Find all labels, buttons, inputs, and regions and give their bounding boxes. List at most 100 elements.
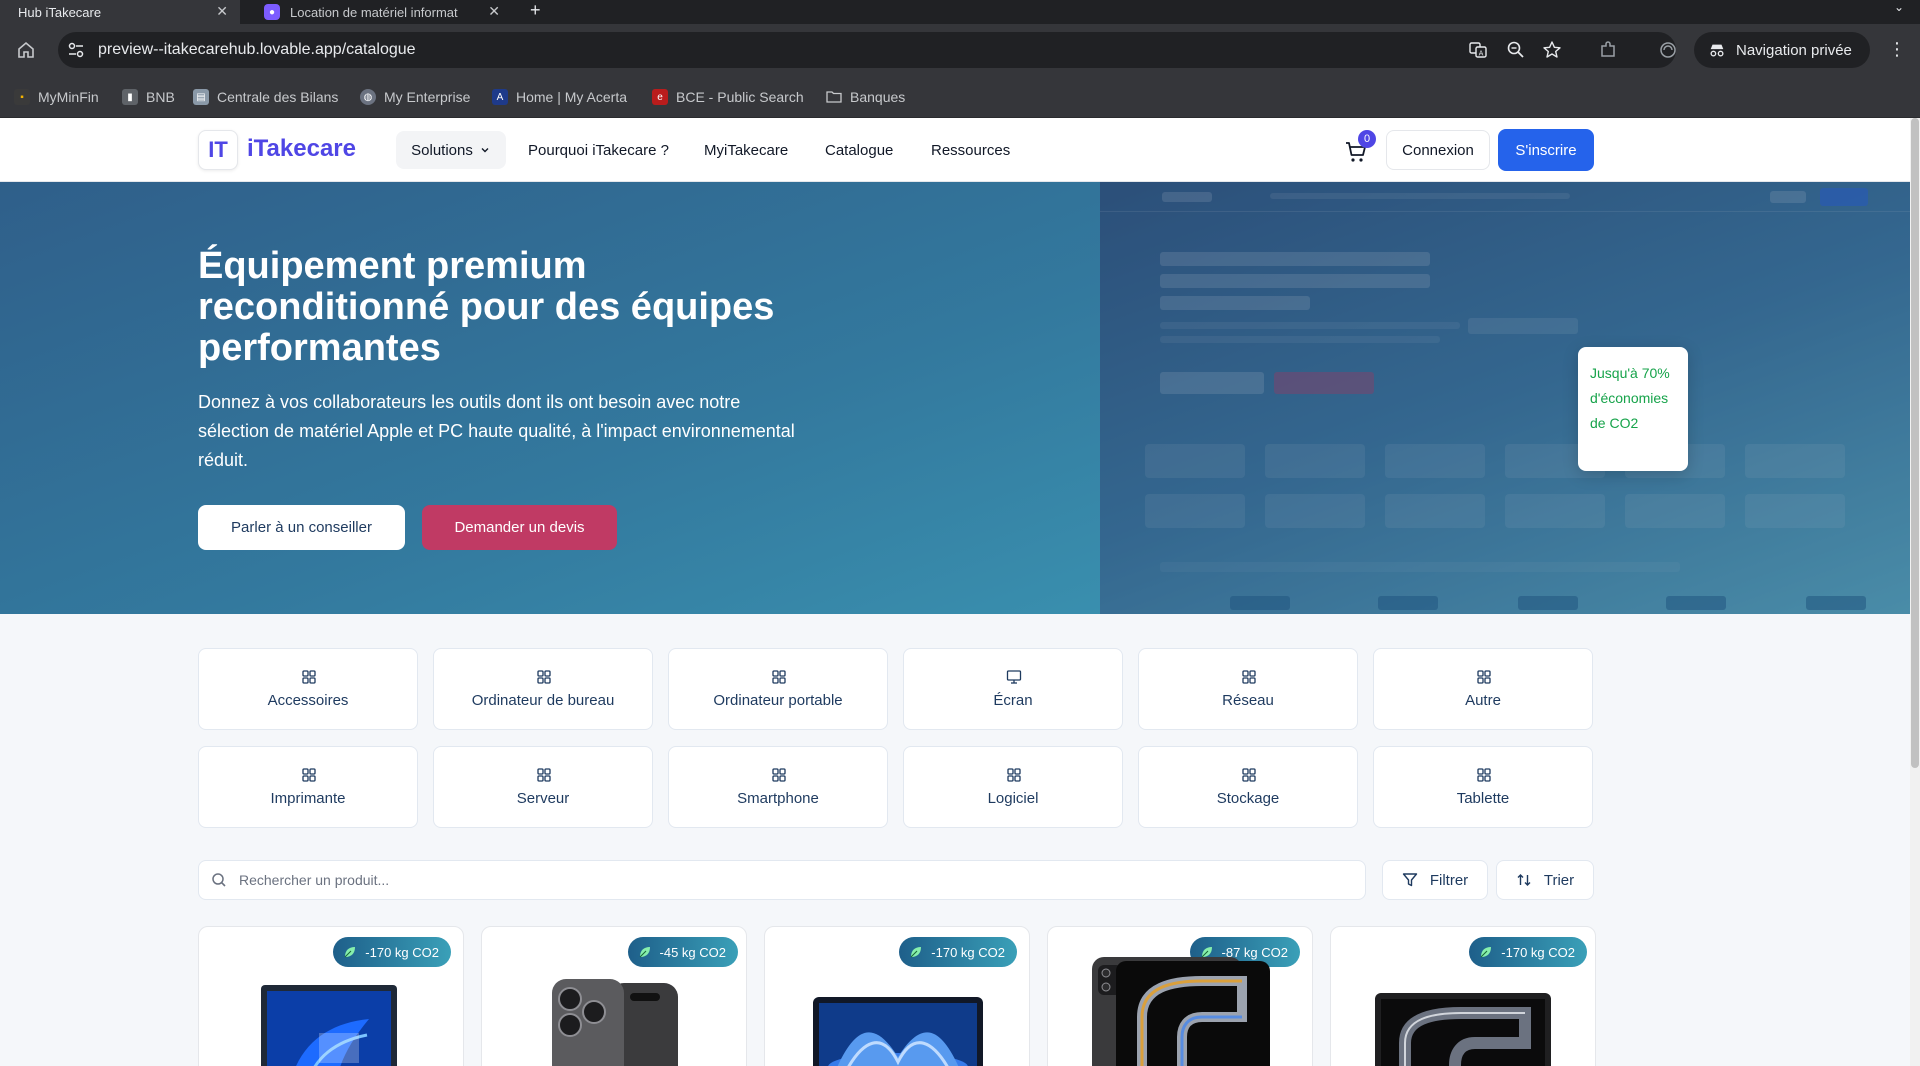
extensions-icon[interactable] (1598, 40, 1618, 60)
signup-button[interactable]: S'inscrire (1498, 129, 1594, 171)
bookmark-bce[interactable]: e BCE - Public Search (652, 89, 804, 105)
address-bar[interactable]: preview--itakecarehub.lovable.app/catalo… (58, 32, 1676, 68)
sort-icon (1517, 874, 1531, 886)
co2-badge: -170 kg CO2 (1469, 937, 1587, 967)
logo-mark[interactable]: IT (198, 130, 238, 170)
grid-icon (1477, 670, 1491, 684)
grid-icon (772, 768, 786, 782)
hero-preview-image (1100, 182, 1910, 614)
cart-count-badge: 0 (1358, 130, 1376, 148)
category-card[interactable]: Stockage (1138, 746, 1358, 828)
category-label: Logiciel (987, 790, 1039, 807)
category-label: Réseau (1222, 692, 1274, 709)
bookmark-myminfin[interactable]: ▪ MyMinFin (14, 89, 99, 105)
bnb-icon: ▮ (122, 89, 138, 105)
bookmark-centrale[interactable]: ▤ Centrale des Bilans (193, 89, 338, 105)
nav-why-itakecare[interactable]: Pourquoi iTakecare ? (528, 142, 669, 159)
grid-icon (537, 768, 551, 782)
grid-icon (772, 670, 786, 684)
tab-search-chevron-icon[interactable]: ⌄ (1894, 0, 1904, 14)
browser-tab-bar: Hub iTakecare ✕ ● Location de matériel i… (0, 0, 1920, 24)
bookmark-my-enterprise[interactable]: ◍ My Enterprise (360, 89, 470, 105)
tab-hub-itakecare[interactable]: Hub iTakecare ✕ (0, 0, 240, 24)
bookmark-bnb[interactable]: ▮ BNB (122, 89, 175, 105)
category-card[interactable]: Smartphone (668, 746, 888, 828)
category-label: Serveur (516, 790, 570, 807)
sync-icon[interactable] (1658, 40, 1678, 60)
zoom-icon[interactable] (1506, 40, 1526, 60)
grid-icon (537, 670, 551, 684)
close-tab-icon[interactable]: ✕ (488, 3, 500, 20)
product-search[interactable] (198, 860, 1366, 900)
tablet-product-image (1092, 957, 1270, 1066)
product-card[interactable]: -170 kg CO2 (764, 926, 1030, 1066)
nav-myitakecare[interactable]: MyiTakecare (704, 142, 788, 159)
centrale-icon: ▤ (193, 89, 209, 105)
login-button[interactable]: Connexion (1386, 130, 1490, 170)
category-card[interactable]: Réseau (1138, 648, 1358, 730)
monitor-icon (1006, 670, 1022, 684)
co2-badge: -170 kg CO2 (899, 937, 1017, 967)
co2-badge: -170 kg CO2 (333, 937, 451, 967)
search-icon (212, 873, 226, 887)
grid-icon (302, 670, 316, 684)
category-card[interactable]: Écran (903, 648, 1123, 730)
co2-badge: -45 kg CO2 (627, 937, 738, 967)
category-label: Ordinateur de bureau (471, 692, 615, 709)
home-icon[interactable] (16, 40, 36, 60)
hero-subtitle: Donnez à vos collaborateurs les outils d… (198, 392, 795, 470)
talk-to-advisor-button[interactable]: Parler à un conseiller (198, 505, 405, 550)
request-quote-button[interactable]: Demander un devis (422, 505, 617, 550)
acerta-icon: A (492, 89, 508, 105)
private-browsing-indicator[interactable]: Navigation privée (1694, 32, 1870, 68)
category-label: Autre (1465, 692, 1501, 709)
co2-savings-badge: Jusqu'à 70% d'économies de CO2 (1578, 347, 1688, 471)
page-scrollbar-thumb[interactable] (1911, 118, 1919, 768)
close-tab-icon[interactable]: ✕ (216, 3, 228, 20)
product-card[interactable]: -170 kg CO2 (1330, 926, 1596, 1066)
bookmark-star-icon[interactable] (1542, 40, 1562, 60)
site-header: IT iTakecare Solutions Pourquoi iTakecar… (0, 118, 1910, 182)
tab-title: Location de matériel informat (290, 4, 458, 20)
folder-icon (826, 91, 842, 103)
grid-icon (1242, 768, 1256, 782)
nav-solutions-dropdown[interactable]: Solutions (396, 131, 506, 169)
laptop-product-image (261, 985, 397, 1066)
sort-button[interactable]: Trier (1496, 860, 1594, 900)
browser-menu-icon[interactable]: ⋮ (1888, 40, 1906, 58)
new-tab-icon[interactable]: + (530, 0, 541, 20)
category-card[interactable]: Serveur (433, 746, 653, 828)
category-card[interactable]: Accessoires (198, 648, 418, 730)
category-card[interactable]: Logiciel (903, 746, 1123, 828)
bookmark-acerta[interactable]: A Home | My Acerta (492, 89, 627, 105)
category-label: Imprimante (270, 790, 346, 807)
page-viewport: IT iTakecare Solutions Pourquoi iTakecar… (0, 118, 1910, 1066)
filter-button[interactable]: Filtrer (1382, 860, 1488, 900)
chevron-down-icon (481, 148, 489, 153)
tab-title: Hub iTakecare (18, 4, 102, 20)
translate-icon[interactable]: A (1468, 40, 1488, 60)
category-card[interactable]: Tablette (1373, 746, 1593, 828)
product-card[interactable]: -45 kg CO2 (481, 926, 747, 1066)
search-input[interactable] (239, 869, 1339, 891)
grid-icon (1477, 768, 1491, 782)
tab-location-materiel[interactable]: ● Location de matériel informat ✕ (250, 0, 512, 24)
filter-icon (1402, 873, 1418, 887)
product-card[interactable]: -87 kg CO2 (1047, 926, 1313, 1066)
category-card[interactable]: Autre (1373, 648, 1593, 730)
logo-text[interactable]: iTakecare (247, 135, 356, 163)
nav-catalogue[interactable]: Catalogue (825, 142, 893, 159)
product-card[interactable]: -170 kg CO2 (198, 926, 464, 1066)
category-card[interactable]: Imprimante (198, 746, 418, 828)
category-card[interactable]: Ordinateur portable (668, 648, 888, 730)
category-card[interactable]: Ordinateur de bureau (433, 648, 653, 730)
bookmark-banques[interactable]: Banques (826, 89, 905, 105)
leaf-icon (910, 947, 922, 958)
svg-text:A: A (1479, 50, 1484, 58)
url-text[interactable]: preview--itakecarehub.lovable.app/catalo… (98, 41, 416, 59)
site-info-icon[interactable] (66, 40, 86, 60)
nav-resources[interactable]: Ressources (931, 142, 1010, 159)
category-label: Accessoires (267, 692, 349, 709)
category-label: Stockage (1216, 790, 1280, 807)
myminfin-icon: ▪ (14, 89, 30, 105)
